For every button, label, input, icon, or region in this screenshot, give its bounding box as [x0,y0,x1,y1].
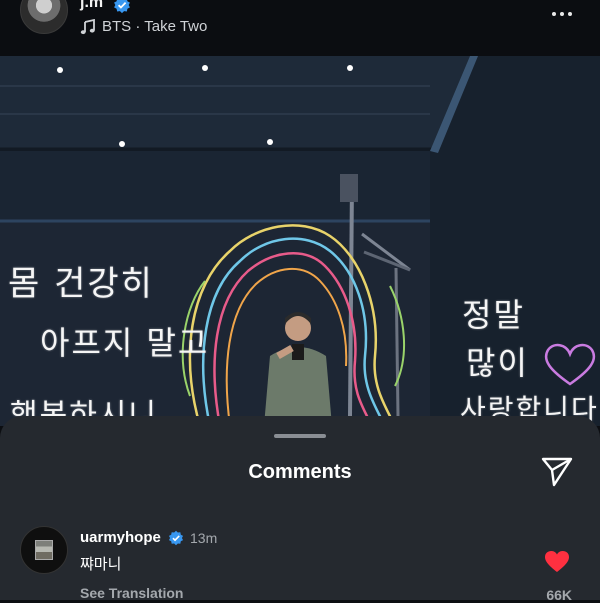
music-note-icon [80,18,95,34]
music-label: BTS · Take Two [102,18,208,35]
comment-avatar[interactable] [20,526,68,574]
handwriting-line: 몸 건강히 [8,264,154,304]
verified-badge-icon [168,530,184,546]
post-header: j.m BTS · Take Two [0,0,600,56]
comment-text: 쨔마니 [80,555,122,573]
like-count: 66K [546,587,572,603]
handwriting-line: 정말 [462,296,525,334]
username[interactable]: j.m [80,0,103,12]
like-heart-icon[interactable] [544,550,570,574]
avatar[interactable] [20,0,68,34]
comments-sheet: Comments uarmyhope 13m 쨔마니 See Translati… [0,416,600,603]
handwriting-line: 많이 [466,344,529,382]
music-attribution[interactable]: BTS · Take Two [80,18,207,35]
comment-username[interactable]: uarmyhope [80,529,161,546]
see-translation-link[interactable]: See Translation [80,585,183,601]
verified-badge-icon [114,0,130,14]
drag-handle[interactable] [274,434,326,438]
comment-timestamp: 13m [190,530,218,546]
post-photo[interactable]: 몸 건강히 아프지 말고 행복하시니 정말 많이 사랑합니다 [0,56,600,426]
share-send-icon[interactable] [540,454,574,488]
handwriting-line: 아프지 말고 [40,324,210,362]
more-options-icon[interactable] [552,6,578,22]
sheet-title: Comments [248,461,352,483]
heart-drawing-icon [544,343,596,386]
